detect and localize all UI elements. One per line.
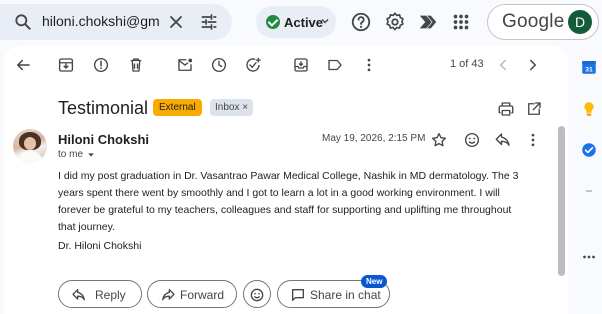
svg-text:31: 31 bbox=[585, 67, 593, 74]
print-icon[interactable] bbox=[497, 100, 515, 118]
help-icon[interactable] bbox=[350, 11, 372, 33]
emoji-reaction-icon[interactable] bbox=[463, 131, 481, 149]
chevron-down-icon bbox=[321, 19, 329, 24]
mark-unread-icon[interactable] bbox=[176, 56, 194, 74]
chat-icon bbox=[292, 289, 304, 301]
label-icon[interactable] bbox=[326, 56, 344, 74]
email-body: I did my post graduation in Dr. Vasantra… bbox=[58, 170, 519, 233]
status-label: Active bbox=[284, 15, 324, 30]
avatar[interactable]: D bbox=[568, 10, 592, 34]
remove-label-icon[interactable]: × bbox=[242, 102, 248, 113]
forward-label: Forward bbox=[180, 288, 225, 302]
close-icon[interactable] bbox=[166, 12, 186, 32]
inbox-label: Inbox × bbox=[210, 99, 254, 116]
snooze-icon[interactable] bbox=[210, 56, 228, 74]
sender-avatar[interactable] bbox=[13, 129, 47, 163]
recipients-summary[interactable]: to me bbox=[58, 149, 83, 160]
move-to-icon[interactable] bbox=[292, 56, 310, 74]
active-status-icon bbox=[266, 15, 280, 29]
account-switcher[interactable]: Google D bbox=[487, 4, 599, 40]
report-spam-icon[interactable] bbox=[92, 56, 110, 74]
new-badge: New bbox=[361, 275, 388, 288]
delete-icon[interactable] bbox=[127, 56, 145, 74]
newer-icon[interactable] bbox=[494, 56, 512, 74]
status-chip[interactable]: Active bbox=[256, 6, 336, 38]
sender-name[interactable]: Hiloni Chokshi bbox=[58, 132, 149, 147]
forward-icon bbox=[162, 289, 175, 301]
external-label: External bbox=[153, 99, 202, 116]
settings-icon[interactable] bbox=[384, 11, 406, 33]
apps-icon[interactable] bbox=[450, 11, 472, 33]
older-icon[interactable] bbox=[524, 56, 542, 74]
side-divider bbox=[586, 190, 592, 192]
reply-button[interactable]: Reply bbox=[58, 280, 142, 308]
reply-icon[interactable] bbox=[494, 131, 512, 149]
search-icon[interactable] bbox=[13, 12, 33, 32]
star-icon[interactable] bbox=[430, 131, 448, 149]
email-view: 1 of 43 Testimonial External Inbox × Hil… bbox=[4, 46, 568, 314]
more-vert-icon[interactable] bbox=[524, 131, 542, 149]
google-logo: Google bbox=[502, 11, 565, 32]
reply-icon bbox=[72, 289, 85, 301]
show-details-icon[interactable] bbox=[87, 151, 95, 159]
emoji-icon bbox=[250, 288, 264, 302]
add-task-icon[interactable] bbox=[244, 56, 262, 74]
archive-icon[interactable] bbox=[57, 56, 75, 74]
keep-icon[interactable] bbox=[580, 100, 598, 118]
scrollbar[interactable] bbox=[557, 124, 566, 314]
email-subject: Testimonial bbox=[58, 98, 149, 118]
share-in-chat-label: Share in chat bbox=[310, 288, 381, 302]
calendar-icon[interactable]: 31 bbox=[580, 58, 598, 76]
pagination-label: 1 of 43 bbox=[450, 58, 484, 70]
emoji-button[interactable] bbox=[243, 280, 271, 308]
scrollbar-thumb[interactable] bbox=[558, 126, 565, 276]
open-in-new-window-icon[interactable] bbox=[525, 100, 543, 118]
more-vert-icon[interactable] bbox=[360, 56, 378, 74]
search-input[interactable]: hiloni.chokshi@gm bbox=[42, 13, 160, 29]
back-icon[interactable] bbox=[14, 56, 32, 74]
reply-label: Reply bbox=[95, 288, 126, 302]
forward-button[interactable]: Forward bbox=[147, 280, 237, 308]
tune-icon[interactable] bbox=[199, 12, 219, 32]
email-signature: Dr. Hiloni Chokshi bbox=[58, 240, 142, 252]
more-horiz-icon[interactable] bbox=[580, 248, 598, 266]
tasks-icon[interactable] bbox=[580, 141, 598, 159]
gemini-icon[interactable] bbox=[417, 11, 439, 33]
search-bar[interactable]: hiloni.chokshi@gm bbox=[0, 4, 232, 40]
email-date: May 19, 2026, 2:15 PM bbox=[322, 133, 426, 144]
